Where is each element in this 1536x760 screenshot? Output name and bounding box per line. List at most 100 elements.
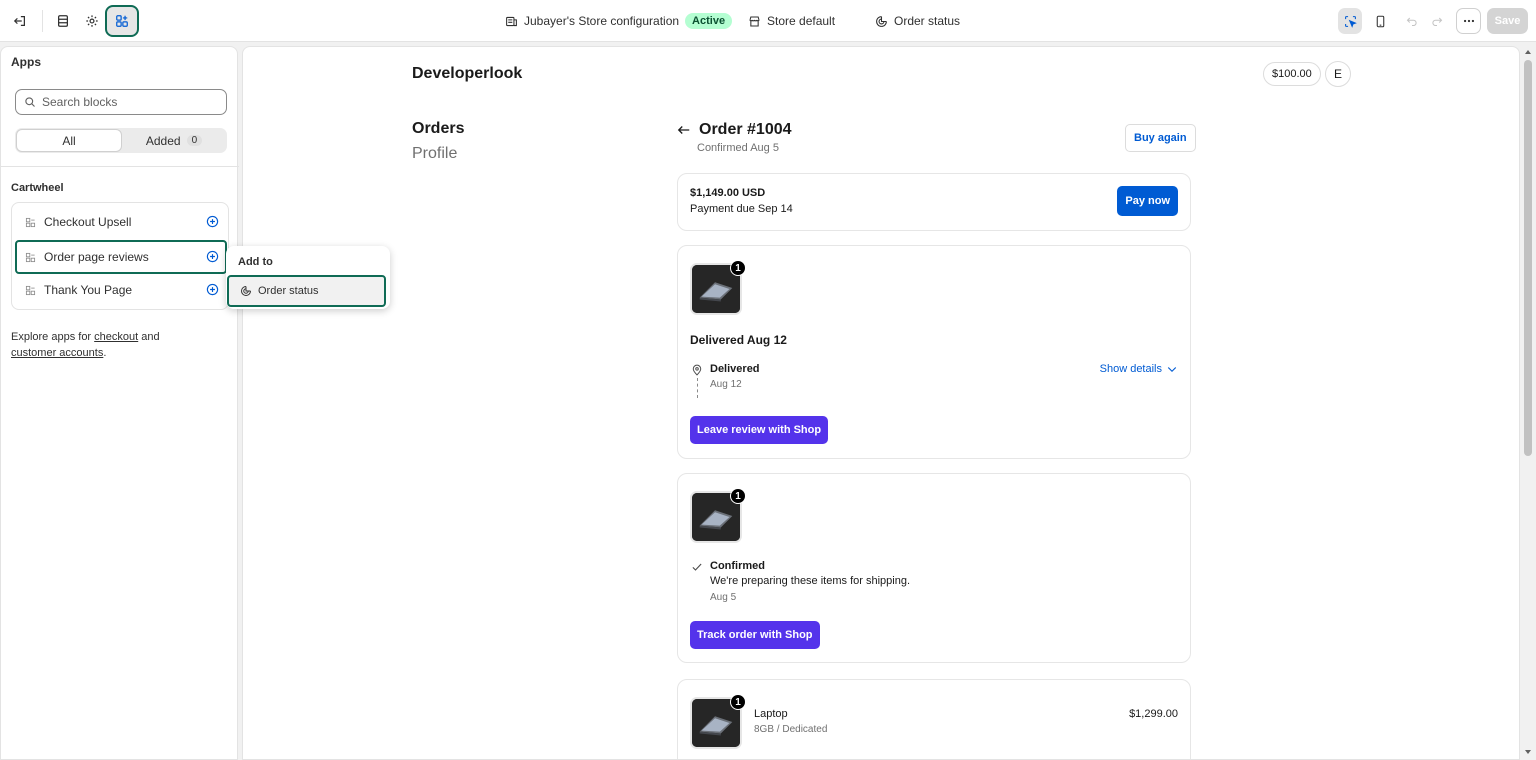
app-block-checkout-upsell[interactable]: Checkout Upsell xyxy=(17,207,225,237)
status-badge: Active xyxy=(685,13,733,29)
timeline-date: Aug 12 xyxy=(710,379,742,390)
order-status-icon xyxy=(876,15,887,27)
more-icon[interactable] xyxy=(1456,8,1481,34)
app-block-label: Thank You Page xyxy=(44,283,133,297)
apps-sidebar: Apps Search blocks All Added 0 Cartwheel… xyxy=(0,46,239,760)
store-config-icon xyxy=(506,16,517,26)
quantity-badge: 1 xyxy=(730,488,746,504)
tab-added[interactable]: Added 0 xyxy=(122,129,226,152)
preview-scrollbar[interactable] xyxy=(1521,46,1536,760)
sections-icon[interactable] xyxy=(49,7,77,35)
save-button[interactable]: Save xyxy=(1487,8,1528,34)
fulfillment-card-delivered: 1 Delivered Aug 12 Delivered Aug 12 Show… xyxy=(677,245,1191,459)
page-selector[interactable]: Order status xyxy=(875,0,960,42)
top-bar: Jubayer's Store configuration Active Sto… xyxy=(0,0,1536,42)
payment-amount: $1,149.00 USD xyxy=(690,187,766,199)
avatar[interactable]: E xyxy=(1325,61,1351,87)
app-block-label: Order page reviews xyxy=(44,250,149,264)
timeline-event: Delivered xyxy=(710,363,760,375)
sidebar-title: Apps xyxy=(11,55,41,69)
line-item-price: $1,299.00 xyxy=(1129,708,1178,720)
back-arrow-icon[interactable] xyxy=(677,123,691,137)
tab-all-label: All xyxy=(62,133,76,148)
explore-and: and xyxy=(141,331,160,343)
order-subtitle: Confirmed Aug 5 xyxy=(697,142,779,154)
undo-icon[interactable] xyxy=(1400,8,1424,34)
app-block-thank-you-page[interactable]: Thank You Page xyxy=(17,275,225,305)
store-default-selector[interactable]: Store default xyxy=(748,0,835,42)
add-to-popover: Add to Order status xyxy=(226,246,390,309)
explore-apps-text: Explore apps for checkout and customer a… xyxy=(11,329,231,361)
app-group-title: Cartwheel xyxy=(11,182,64,194)
divider xyxy=(42,10,43,32)
checkmark-icon xyxy=(692,563,702,571)
nav-orders[interactable]: Orders xyxy=(412,120,464,138)
tab-added-label: Added xyxy=(145,133,181,148)
mobile-icon[interactable] xyxy=(1368,8,1392,34)
block-icon xyxy=(25,217,36,227)
explore-prefix: Explore apps for xyxy=(11,331,92,343)
nav-profile[interactable]: Profile xyxy=(412,145,457,163)
search-input[interactable]: Search blocks xyxy=(15,89,227,115)
redo-icon[interactable] xyxy=(1425,8,1449,34)
track-order-button[interactable]: Track order with Shop xyxy=(690,621,820,649)
payment-card: $1,149.00 USD Payment due Sep 14 Pay now xyxy=(677,173,1191,231)
quantity-badge: 1 xyxy=(730,694,746,710)
add-circle-icon[interactable] xyxy=(206,215,219,228)
show-details-label: Show details xyxy=(1099,363,1162,375)
line-item-variant: 8GB / Dedicated xyxy=(754,724,828,735)
store-config[interactable]: Jubayer's Store configuration Active xyxy=(505,0,733,42)
timeline-date: Aug 5 xyxy=(710,592,737,603)
tab-all[interactable]: All xyxy=(16,129,122,152)
cursor-select-icon[interactable] xyxy=(1338,8,1362,34)
order-title: Order #1004 xyxy=(699,121,792,138)
timeline-line xyxy=(697,378,698,398)
explore-suffix: . xyxy=(103,347,107,359)
order-status-icon xyxy=(241,286,251,296)
add-to-order-status-option[interactable]: Order status xyxy=(227,275,386,307)
store-config-label: Jubayer's Store configuration xyxy=(524,14,680,28)
page-selector-label: Order status xyxy=(894,14,961,28)
added-count-badge: 0 xyxy=(186,135,203,146)
buy-again-button[interactable]: Buy again xyxy=(1125,124,1196,152)
scroll-down-arrow-icon[interactable] xyxy=(1525,750,1531,754)
shop-name: Developerlook xyxy=(412,65,523,82)
payment-due: Payment due Sep 14 xyxy=(690,203,793,215)
quantity-badge: 1 xyxy=(730,260,746,276)
app-block-order-page-reviews[interactable]: Order page reviews xyxy=(15,240,227,274)
gear-icon[interactable] xyxy=(78,7,106,35)
chevron-down-icon xyxy=(1167,367,1177,373)
add-circle-icon[interactable] xyxy=(206,283,219,296)
scroll-thumb[interactable] xyxy=(1524,60,1532,456)
fulfillment-card-confirmed: 1 Confirmed We're preparing these items … xyxy=(677,473,1191,663)
add-circle-icon[interactable] xyxy=(206,250,219,263)
popover-item-label: Order status xyxy=(258,285,319,297)
divider xyxy=(1,166,239,167)
fulfillment-status-title: Delivered Aug 12 xyxy=(690,333,787,347)
apps-icon[interactable] xyxy=(105,5,139,37)
show-details-button[interactable]: Show details xyxy=(1100,363,1178,375)
block-icon xyxy=(25,252,36,262)
line-item-name: Laptop xyxy=(754,708,788,720)
popover-title: Add to xyxy=(238,256,273,268)
line-items-card: 1 Laptop 8GB / Dedicated $1,299.00 xyxy=(677,679,1191,759)
order-header: Order #1004 xyxy=(677,121,792,139)
app-block-list: Checkout Upsell Order page reviews Thank… xyxy=(11,202,229,310)
timeline-note: We're preparing these items for shipping… xyxy=(710,575,910,587)
store-default-label: Store default xyxy=(767,14,836,28)
checkout-preview: Developerlook $100.00 E Orders Profile O… xyxy=(242,46,1520,760)
customer-accounts-link[interactable]: customer accounts xyxy=(11,347,103,359)
checkout-link[interactable]: checkout xyxy=(94,331,138,343)
app-block-label: Checkout Upsell xyxy=(44,215,132,229)
exit-icon[interactable] xyxy=(6,7,34,35)
timeline-event: Confirmed xyxy=(710,560,765,572)
pay-now-button[interactable]: Pay now xyxy=(1117,186,1178,216)
filter-tabs: All Added 0 xyxy=(15,128,227,153)
leave-review-button[interactable]: Leave review with Shop xyxy=(690,416,829,444)
scroll-up-arrow-icon[interactable] xyxy=(1525,50,1531,54)
store-credit-balance[interactable]: $100.00 xyxy=(1263,62,1321,86)
location-pin-icon xyxy=(692,364,702,376)
search-icon xyxy=(25,97,35,107)
search-placeholder: Search blocks xyxy=(42,95,118,109)
store-icon xyxy=(749,16,760,26)
